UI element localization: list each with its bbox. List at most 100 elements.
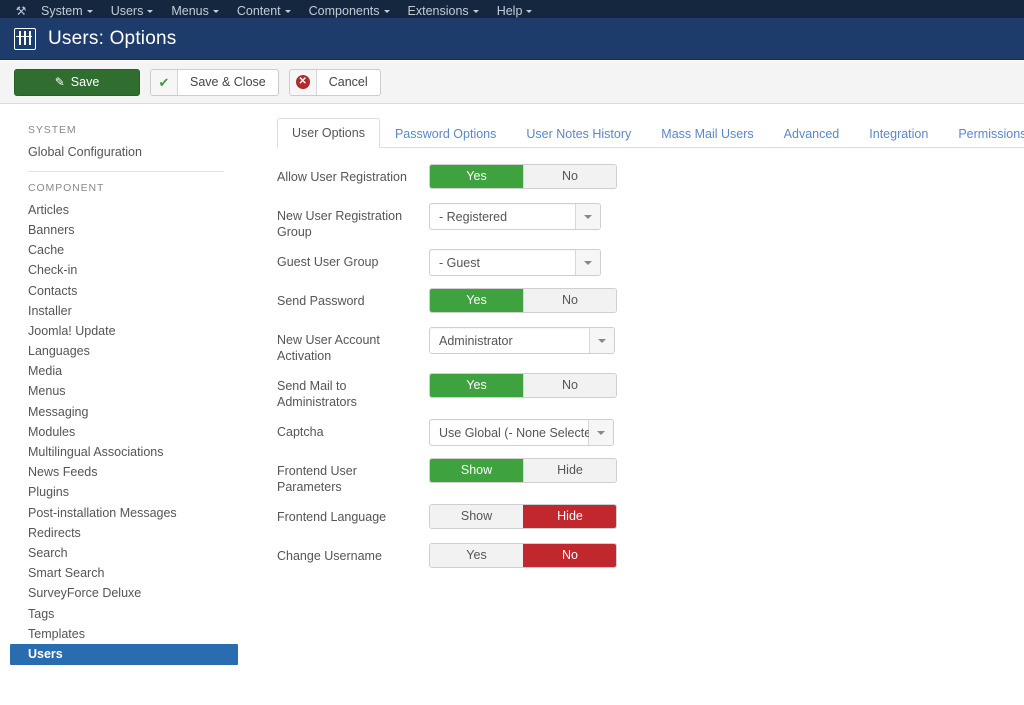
chevron-down-icon[interactable] xyxy=(576,250,600,275)
toggle-frontend-language: Show Hide xyxy=(429,504,617,529)
tab-permissions[interactable]: Permissions xyxy=(943,119,1024,148)
toggle-option-show[interactable]: Show xyxy=(430,505,523,528)
field-control: Yes No xyxy=(429,373,617,398)
select-value: - Registered xyxy=(430,204,576,229)
admin-menu-item-help[interactable]: Help xyxy=(488,5,542,18)
admin-menu-item-menus[interactable]: Menus xyxy=(162,5,228,18)
sidebar-item-multilingual-associations[interactable]: Multilingual Associations xyxy=(0,442,252,462)
form-row: Allow User Registration Yes No xyxy=(277,164,1024,194)
cancel-icon-cell: ✕ xyxy=(289,69,317,95)
tab-integration[interactable]: Integration xyxy=(854,119,943,148)
sidebar-item-media[interactable]: Media xyxy=(0,362,252,382)
joomla-logo-icon[interactable]: ⚒ xyxy=(10,0,32,18)
field-control: - Registered xyxy=(429,203,601,230)
chevron-down-icon[interactable] xyxy=(589,420,613,445)
field-label-new-user-registration-group: New User Registration Group xyxy=(277,209,403,239)
sidebar-item-redirects[interactable]: Redirects xyxy=(0,523,252,543)
sidebar-item-cache[interactable]: Cache xyxy=(0,241,252,261)
sidebar-item-global-configuration[interactable]: Global Configuration xyxy=(0,142,252,162)
select-value: - Guest xyxy=(430,250,576,275)
select-new-user-registration-group[interactable]: - Registered xyxy=(429,203,601,230)
content-area: SYSTEM Global Configuration COMPONENT Ar… xyxy=(0,104,1024,705)
sidebar-item-languages[interactable]: Languages xyxy=(0,342,252,362)
toggle-option-yes[interactable]: Yes xyxy=(430,544,523,567)
field-label-captcha: Captcha xyxy=(277,425,324,439)
save-button-label: Save xyxy=(70,75,100,89)
field-label-frontend-language: Frontend Language xyxy=(277,510,387,524)
field-label-change-username: Change Username xyxy=(277,549,382,563)
cancel-circle-icon: ✕ xyxy=(295,75,310,89)
chevron-down-icon[interactable] xyxy=(576,204,600,229)
form-row: New User Account Activation Administrator xyxy=(277,327,1024,364)
admin-menu-item-extensions[interactable]: Extensions xyxy=(399,5,488,18)
chevron-down-icon xyxy=(147,10,154,13)
select-guest-user-group[interactable]: - Guest xyxy=(429,249,601,276)
chevron-down-icon[interactable] xyxy=(590,328,614,353)
check-icon: ✔ xyxy=(158,74,170,90)
sidebar-item-articles[interactable]: Articles xyxy=(0,200,252,220)
admin-menu-item-components[interactable]: Components xyxy=(300,5,399,18)
sidebar-item-post-installation-messages[interactable]: Post-installation Messages xyxy=(0,503,252,523)
sidebar-item-modules[interactable]: Modules xyxy=(0,422,252,442)
toggle-option-yes[interactable]: Yes xyxy=(430,289,523,312)
tab-user-options[interactable]: User Options xyxy=(277,118,380,148)
sidebar-item-menus[interactable]: Menus xyxy=(0,382,252,402)
sidebar-item-banners[interactable]: Banners xyxy=(0,220,252,240)
admin-menu-item-content[interactable]: Content xyxy=(228,5,300,18)
toggle-option-show[interactable]: Show xyxy=(430,459,523,482)
sidebar-item-users[interactable]: Users xyxy=(10,644,238,666)
form-row: Guest User Group - Guest xyxy=(277,249,1024,279)
save-button[interactable]: ✎ Save xyxy=(14,68,140,96)
save-and-close-button[interactable]: ✔ Save & Close xyxy=(150,68,279,96)
toggle-option-hide[interactable]: Hide xyxy=(523,505,616,528)
select-new-user-account-activation[interactable]: Administrator xyxy=(429,327,615,354)
admin-menu-label: Content xyxy=(236,4,281,18)
toggle-option-no[interactable]: No xyxy=(523,289,616,312)
cancel-button[interactable]: ✕ Cancel xyxy=(288,68,381,96)
sidebar-item-smart-search[interactable]: Smart Search xyxy=(0,564,252,584)
save-and-close-button-label: Save & Close xyxy=(190,75,266,89)
toggle-frontend-user-parameters: Show Hide xyxy=(429,458,617,483)
field-control: Use Global (- None Selected -) xyxy=(429,419,614,446)
form-row: Captcha Use Global (- None Selected -) xyxy=(277,419,1024,449)
tab-mass-mail-users[interactable]: Mass Mail Users xyxy=(646,119,768,148)
tab-advanced[interactable]: Advanced xyxy=(769,119,855,148)
admin-menu-item-system[interactable]: System xyxy=(32,5,102,18)
toggle-option-no[interactable]: No xyxy=(523,165,616,188)
toggle-send-mail-to-administrators: Yes No xyxy=(429,373,617,398)
toggle-option-no[interactable]: No xyxy=(523,544,616,567)
field-label-allow-user-registration: Allow User Registration xyxy=(277,170,407,184)
chevron-down-icon xyxy=(383,10,390,13)
toggle-option-hide[interactable]: Hide xyxy=(523,459,616,482)
sidebar-item-contacts[interactable]: Contacts xyxy=(0,281,252,301)
sidebar-item-surveyforce-deluxe[interactable]: SurveyForce Deluxe xyxy=(0,584,252,604)
toggle-option-yes[interactable]: Yes xyxy=(430,165,523,188)
toggle-option-no[interactable]: No xyxy=(523,374,616,397)
options-form: Allow User Registration Yes No New User Reg… xyxy=(277,148,1024,573)
select-captcha[interactable]: Use Global (- None Selected -) xyxy=(429,419,614,446)
sidebar-item-joomla-update[interactable]: Joomla! Update xyxy=(0,321,252,341)
form-row: Change Username Yes No xyxy=(277,543,1024,573)
form-row: Frontend Language Show Hide xyxy=(277,504,1024,534)
chevron-down-icon xyxy=(526,10,533,13)
admin-menu-item-users[interactable]: Users xyxy=(102,5,163,18)
sidebar-item-messaging[interactable]: Messaging xyxy=(0,402,252,422)
chevron-down-icon xyxy=(472,10,479,13)
sidebar-item-tags[interactable]: Tags xyxy=(0,604,252,624)
sidebar-item-search[interactable]: Search xyxy=(0,543,252,563)
sidebar-item-installer[interactable]: Installer xyxy=(0,301,252,321)
cancel-button-label: Cancel xyxy=(328,75,368,89)
select-value: Administrator xyxy=(430,328,590,353)
toggle-option-yes[interactable]: Yes xyxy=(430,374,523,397)
sidebar-item-news-feeds[interactable]: News Feeds xyxy=(0,463,252,483)
sidebar-heading-system: SYSTEM xyxy=(28,124,77,136)
tab-user-notes-history[interactable]: User Notes History xyxy=(511,119,646,148)
field-label-new-user-account-activation: New User Account Activation xyxy=(277,333,380,363)
sidebar-item-check-in[interactable]: Check-in xyxy=(0,261,252,281)
sidebar-item-templates[interactable]: Templates xyxy=(0,624,252,644)
sidebar-item-plugins[interactable]: Plugins xyxy=(0,483,252,503)
field-control: Administrator xyxy=(429,327,615,354)
tab-password-options[interactable]: Password Options xyxy=(380,119,511,148)
admin-menu-label: Menus xyxy=(171,4,209,18)
field-control: Yes No xyxy=(429,164,617,189)
